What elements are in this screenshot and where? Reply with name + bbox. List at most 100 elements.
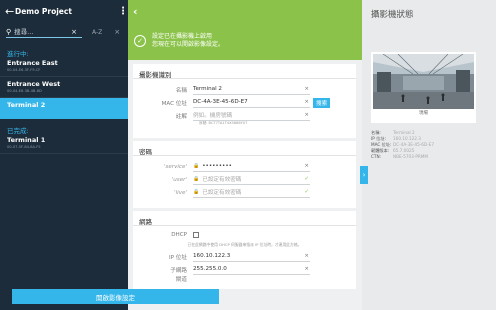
name-label: 名稱: [175, 87, 187, 94]
search-icon: ⚲: [6, 27, 12, 36]
camera-settings-panel: ‹ ✓ 設定已在攝影機上啟用 您現在可以開啟影像設定。 攝影機識別 名稱 Ter…: [128, 0, 362, 310]
sidebar-header: ← Demo Project ⋮: [0, 0, 128, 22]
check-icon: ✓: [304, 176, 309, 182]
subnet-label: 子網路: [170, 267, 187, 274]
sort-icon[interactable]: ×: [114, 28, 120, 36]
dhcp-checkbox[interactable]: [193, 231, 199, 238]
name-value: Terminal 2: [193, 86, 222, 92]
lock-icon: 🔒: [193, 176, 200, 182]
device-name: Entrance West: [7, 80, 61, 88]
back-chevron-icon[interactable]: ‹: [133, 5, 138, 18]
search-field: ⚲ ×: [6, 26, 82, 38]
dhcp-hint: 已在此網路中使用 DHCP 伺服器來指派 IP 位址時，才連用此方格。: [187, 242, 302, 247]
mac-label: MAC 位址: [161, 100, 187, 107]
device-mac: 00-04-E6-3B-4B-8D: [7, 89, 42, 93]
lock-icon: 🔒: [193, 163, 200, 169]
password-value: 已設定有效密碼: [202, 177, 242, 183]
clear-icon[interactable]: ×: [304, 253, 309, 259]
success-notice: ✓ 設定已在攝影機上啟用 您現在可以開啟影像設定。: [128, 30, 362, 52]
section-label: 進行中:: [7, 50, 29, 58]
collapse-chevron-icon[interactable]: ›: [360, 166, 368, 184]
subnet-value: 255.255.0.0: [193, 266, 227, 272]
network-card: 網路 DHCP 已在此網路中使用 DHCP 伺服器來指派 IP 位址時，才連用此…: [133, 211, 356, 289]
ip-input[interactable]: 160.10.122.3 ×: [193, 252, 310, 262]
back-arrow-icon[interactable]: ←: [5, 5, 15, 18]
name-row: 名稱 Terminal 2 ×: [133, 83, 356, 96]
clear-icon[interactable]: ×: [304, 266, 309, 272]
note-input[interactable]: 例如。機房號碼 ×: [193, 111, 310, 121]
camera-id-card: 攝影機識別 名稱 Terminal 2 × MAC 位址 DC-4A-3E-45…: [133, 64, 356, 138]
search-input[interactable]: [14, 27, 69, 36]
device-sidebar: ← Demo Project ⋮ ⚲ × A-Z × 進行中: Entrance…: [0, 0, 128, 310]
password-label: 'user': [171, 176, 187, 183]
notice-line-1: 設定已在攝影機上啟用: [152, 33, 213, 40]
password-value: 已設定有效密碼: [202, 190, 242, 196]
info-key: CTN:: [371, 154, 382, 159]
preview-caption: 現場: [419, 111, 428, 116]
password-heading: 密碼: [133, 141, 356, 156]
sort-az-toggle[interactable]: A-Z: [92, 29, 102, 36]
device-item-selected[interactable]: Terminal 2: [0, 98, 128, 119]
gateway-row: 閘道: [133, 276, 356, 282]
device-mac: 00-07-5F-84-8A-F5: [7, 145, 41, 149]
dhcp-row: DHCP: [133, 228, 356, 241]
password-label: 'live': [174, 189, 187, 196]
search-bar: ⚲ × A-Z ×: [0, 22, 128, 42]
info-value: NBE-5703-PRMM: [393, 154, 428, 159]
ip-row: IP 位址 160.10.122.3 ×: [133, 250, 356, 263]
password-input[interactable]: 🔒 已設定有效密碼 ✓: [193, 175, 310, 185]
device-name: Terminal 2: [7, 101, 46, 109]
preview-image: [373, 54, 474, 109]
password-input[interactable]: 🔒 已設定有效密碼 ✓: [193, 188, 310, 198]
mac-row: MAC 位址 DC-4A-3E-45-6D-E7 × 搜索: [133, 96, 356, 109]
section-in-progress: 進行中: Entrance East 00-04-E6-3F-F9-CF Ent…: [0, 42, 128, 119]
check-icon: ✓: [304, 189, 309, 195]
section-label: 已完成:: [7, 127, 29, 135]
password-value: •••••••••: [202, 163, 232, 169]
check-circle-icon: ✓: [134, 35, 146, 47]
mac-input[interactable]: DC-4A-3E-45-6D-E7 ×: [193, 98, 310, 108]
subnet-input[interactable]: 255.255.0.0 ×: [193, 265, 310, 275]
status-title: 攝影機狀態: [371, 10, 414, 20]
camera-info: 名稱: Terminal 2 IP 位址: 160.10.122.3 MAC 位址:…: [371, 130, 486, 160]
search-button[interactable]: 搜索: [313, 97, 331, 108]
clear-icon[interactable]: ×: [304, 163, 309, 169]
device-name: Terminal 1: [7, 136, 46, 144]
device-mac: 00-04-E6-3F-F9-CF: [7, 68, 41, 72]
clear-icon[interactable]: ×: [71, 28, 77, 36]
info-row: CTN: NBE-5703-PRMM: [371, 154, 486, 160]
password-input[interactable]: 🔒 ••••••••• ×: [193, 162, 310, 172]
password-row-live: 'live' 🔒 已設定有效密碼 ✓: [133, 186, 356, 199]
start-video-settings-button[interactable]: 開啟影像設定: [12, 289, 219, 304]
gateway-label: 閘道: [175, 277, 187, 282]
password-row-user: 'user' 🔒 已設定有效密碼 ✓: [133, 173, 356, 186]
kebab-menu-icon[interactable]: ⋮: [118, 6, 128, 17]
note-label: 註解: [175, 113, 187, 120]
ip-value: 160.10.122.3: [193, 253, 231, 259]
name-input[interactable]: Terminal 2 ×: [193, 85, 310, 95]
ip-label: IP 位址: [169, 254, 187, 261]
password-card: 密碼 'service' 🔒 ••••••••• × 'user' 🔒 已設定有…: [133, 141, 356, 208]
password-row-service: 'service' 🔒 ••••••••• ×: [133, 160, 356, 173]
dhcp-label: DHCP: [171, 231, 187, 238]
device-item[interactable]: Entrance East 00-04-E6-3F-F9-CF: [0, 56, 128, 77]
device-item[interactable]: Terminal 1 00-07-5F-84-8A-F5: [0, 133, 128, 154]
device-item[interactable]: Entrance West 00-04-E6-3B-4B-8D: [0, 77, 128, 98]
main-header: ‹: [128, 0, 362, 22]
subnet-row: 子網路 255.255.0.0 ×: [133, 263, 356, 276]
device-name: Entrance East: [7, 59, 58, 67]
notice-line-2: 您現在可以開啟影像設定。: [152, 41, 225, 48]
clear-icon[interactable]: ×: [304, 112, 309, 118]
network-heading: 網路: [133, 211, 356, 226]
password-label: 'service': [163, 163, 187, 170]
project-title: Demo Project: [15, 6, 72, 16]
clear-icon[interactable]: ×: [304, 99, 309, 105]
camera-preview[interactable]: 現場: [371, 52, 476, 123]
mac-value: DC-4A-3E-45-6D-E7: [193, 99, 248, 105]
camera-status-panel: 攝影機狀態 現場 名稱: Terminal 2 IP 位址: 160.10.12…: [362, 0, 496, 310]
camera-id-heading: 攝影機識別: [133, 64, 356, 79]
section-completed: 已完成: Terminal 1 00-07-5F-84-8A-F5: [0, 119, 128, 154]
note-placeholder: 例如。機房號碼: [193, 113, 233, 119]
clear-icon[interactable]: ×: [304, 86, 309, 92]
lock-icon: 🔒: [193, 189, 200, 195]
